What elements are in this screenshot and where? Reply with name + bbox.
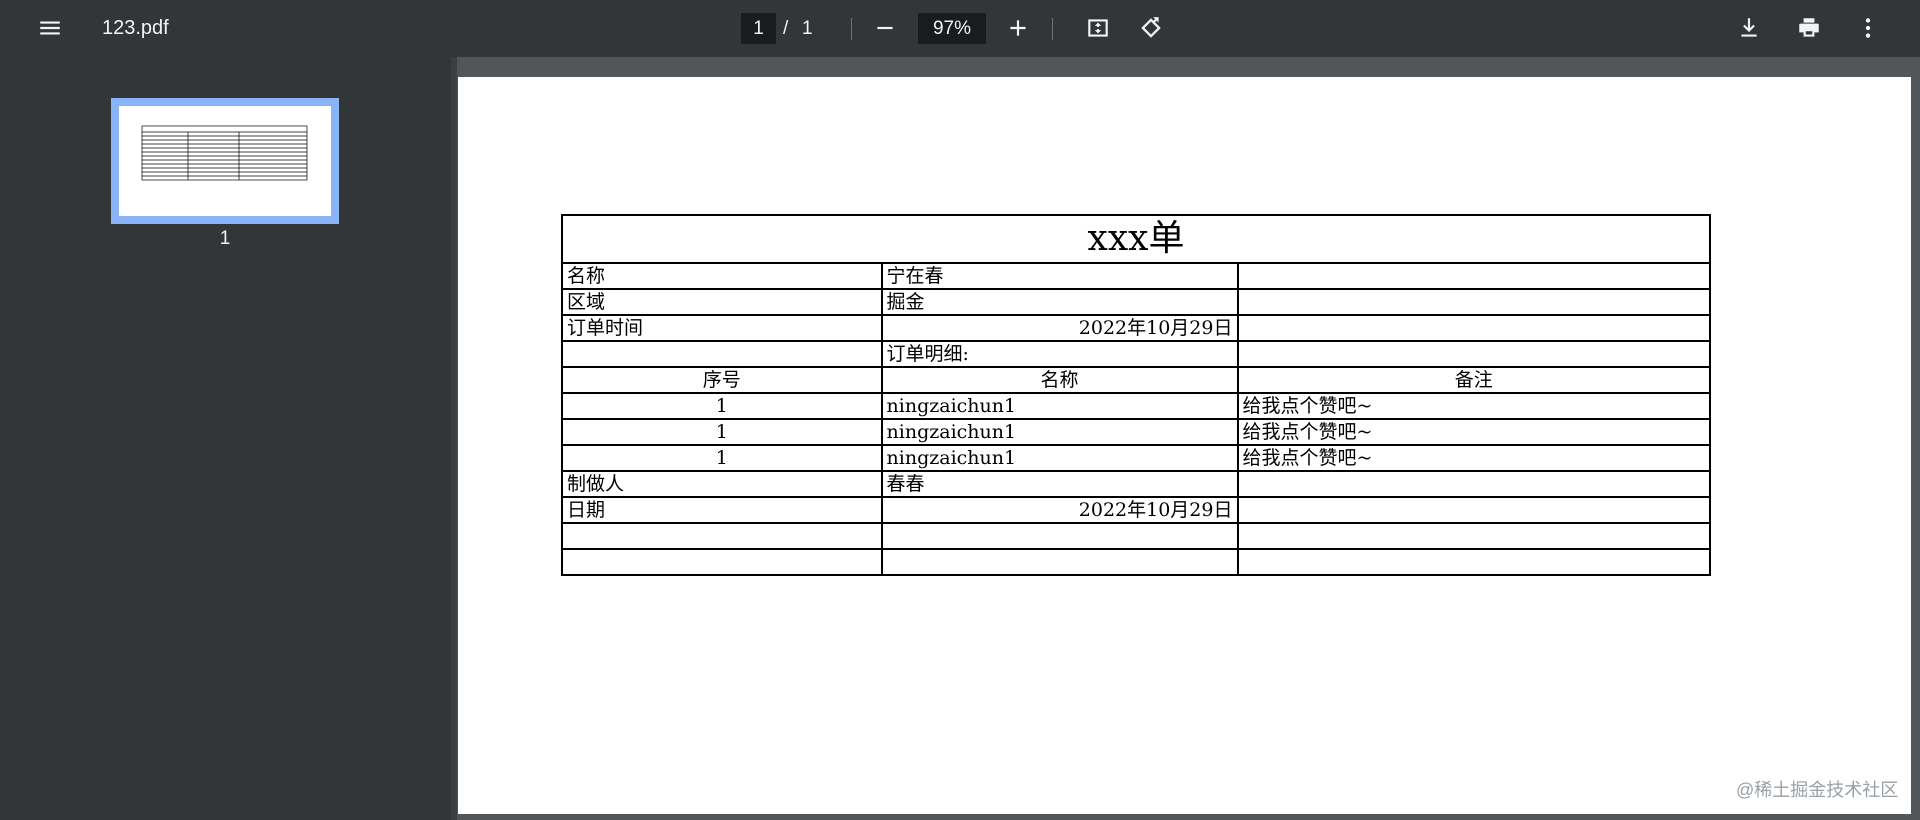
table-cell: 给我点个赞吧~ <box>1236 418 1711 446</box>
rotate-button[interactable] <box>1131 8 1171 48</box>
more-vert-icon <box>1865 18 1871 38</box>
minus-icon <box>877 26 893 30</box>
table-cell: ningzaichun1 <box>880 392 1239 420</box>
plus-icon <box>1010 20 1026 36</box>
order-table: xxx单 名称 宁在春 区域 掘金 订单时间 2022年10月29日 订单明细:… <box>561 214 1711 576</box>
download-button[interactable] <box>1729 8 1769 48</box>
table-cell: 掘金 <box>880 288 1239 316</box>
table-cell <box>1236 470 1711 498</box>
table-cell: 订单明细: <box>880 340 1239 368</box>
document-title: 123.pdf <box>102 17 169 39</box>
zoom-out-button[interactable] <box>865 8 905 48</box>
page-total: 1 <box>802 18 813 39</box>
table-cell <box>1236 522 1711 550</box>
table-header-row: 序号 名称 备注 <box>561 366 1711 394</box>
table-cell <box>1236 262 1711 290</box>
table-cell <box>1236 548 1711 576</box>
table-cell: ningzaichun1 <box>880 418 1239 446</box>
table-header-cell: 备注 <box>1236 366 1711 394</box>
table-row: 1 ningzaichun1 给我点个赞吧~ <box>561 418 1711 446</box>
table-cell: 2022年10月29日 <box>880 496 1239 524</box>
table-row: 订单时间 2022年10月29日 <box>561 314 1711 342</box>
table-header-cell: 序号 <box>561 366 883 394</box>
page-thumbnail[interactable] <box>111 98 339 224</box>
table-header-cell: 名称 <box>880 366 1239 394</box>
thumbnail-label: 1 <box>219 228 231 249</box>
table-row <box>561 522 1711 550</box>
table-row: 订单明细: <box>561 340 1711 368</box>
table-cell <box>1236 340 1711 368</box>
table-cell <box>561 340 883 368</box>
table-cell <box>561 548 883 576</box>
table-cell: 名称 <box>561 262 883 290</box>
table-row: 日期 2022年10月29日 <box>561 496 1711 524</box>
table-cell: 区域 <box>561 288 883 316</box>
table-cell <box>1236 496 1711 524</box>
table-cell: 1 <box>561 392 883 420</box>
table-cell <box>880 522 1239 550</box>
table-cell: 给我点个赞吧~ <box>1236 444 1711 472</box>
table-row <box>561 548 1711 576</box>
table-row: 1 ningzaichun1 给我点个赞吧~ <box>561 392 1711 420</box>
table-cell <box>880 548 1239 576</box>
page-separator: / <box>783 18 789 39</box>
print-button[interactable] <box>1789 8 1829 48</box>
more-options-button[interactable] <box>1848 8 1888 48</box>
table-cell: 1 <box>561 418 883 446</box>
table-cell: 日期 <box>561 496 883 524</box>
toolbar-divider <box>851 18 852 40</box>
zoom-in-button[interactable] <box>998 8 1038 48</box>
print-icon <box>1799 18 1819 37</box>
document-heading: xxx单 <box>561 214 1711 264</box>
thumbnail-table-preview <box>141 125 308 181</box>
table-row: 1 ningzaichun1 给我点个赞吧~ <box>561 444 1711 472</box>
table-cell: 给我点个赞吧~ <box>1236 392 1711 420</box>
thumbnail-page-preview <box>119 106 331 216</box>
menu-icon[interactable] <box>30 8 70 48</box>
sidebar-resize-handle[interactable] <box>451 57 457 820</box>
toolbar: 123.pdf / 1 <box>0 0 1920 57</box>
table-cell <box>1236 288 1711 316</box>
watermark: @稀土掘金技术社区 <box>1736 780 1899 800</box>
table-cell: 2022年10月29日 <box>880 314 1239 342</box>
table-cell: 制做人 <box>561 470 883 498</box>
fit-to-page-button[interactable] <box>1078 8 1118 48</box>
table-row: 区域 掘金 <box>561 288 1711 316</box>
table-cell: ningzaichun1 <box>880 444 1239 472</box>
toolbar-divider <box>1052 18 1053 40</box>
zoom-input[interactable] <box>918 13 986 44</box>
table-cell: 订单时间 <box>561 314 883 342</box>
table-cell <box>561 522 883 550</box>
table-cell: 宁在春 <box>880 262 1239 290</box>
table-cell: 春春 <box>880 470 1239 498</box>
table-cell: 1 <box>561 444 883 472</box>
fit-to-page-icon <box>1088 19 1108 37</box>
table-row: 名称 宁在春 <box>561 262 1711 290</box>
table-cell <box>1236 314 1711 342</box>
table-row: 制做人 春春 <box>561 470 1711 498</box>
rotate-icon <box>1141 17 1161 38</box>
pdf-page: xxx单 名称 宁在春 区域 掘金 订单时间 2022年10月29日 订单明细:… <box>458 77 1911 814</box>
download-icon <box>1741 18 1757 37</box>
page-number-input[interactable] <box>741 13 776 44</box>
table-title-row: xxx单 <box>561 214 1711 264</box>
